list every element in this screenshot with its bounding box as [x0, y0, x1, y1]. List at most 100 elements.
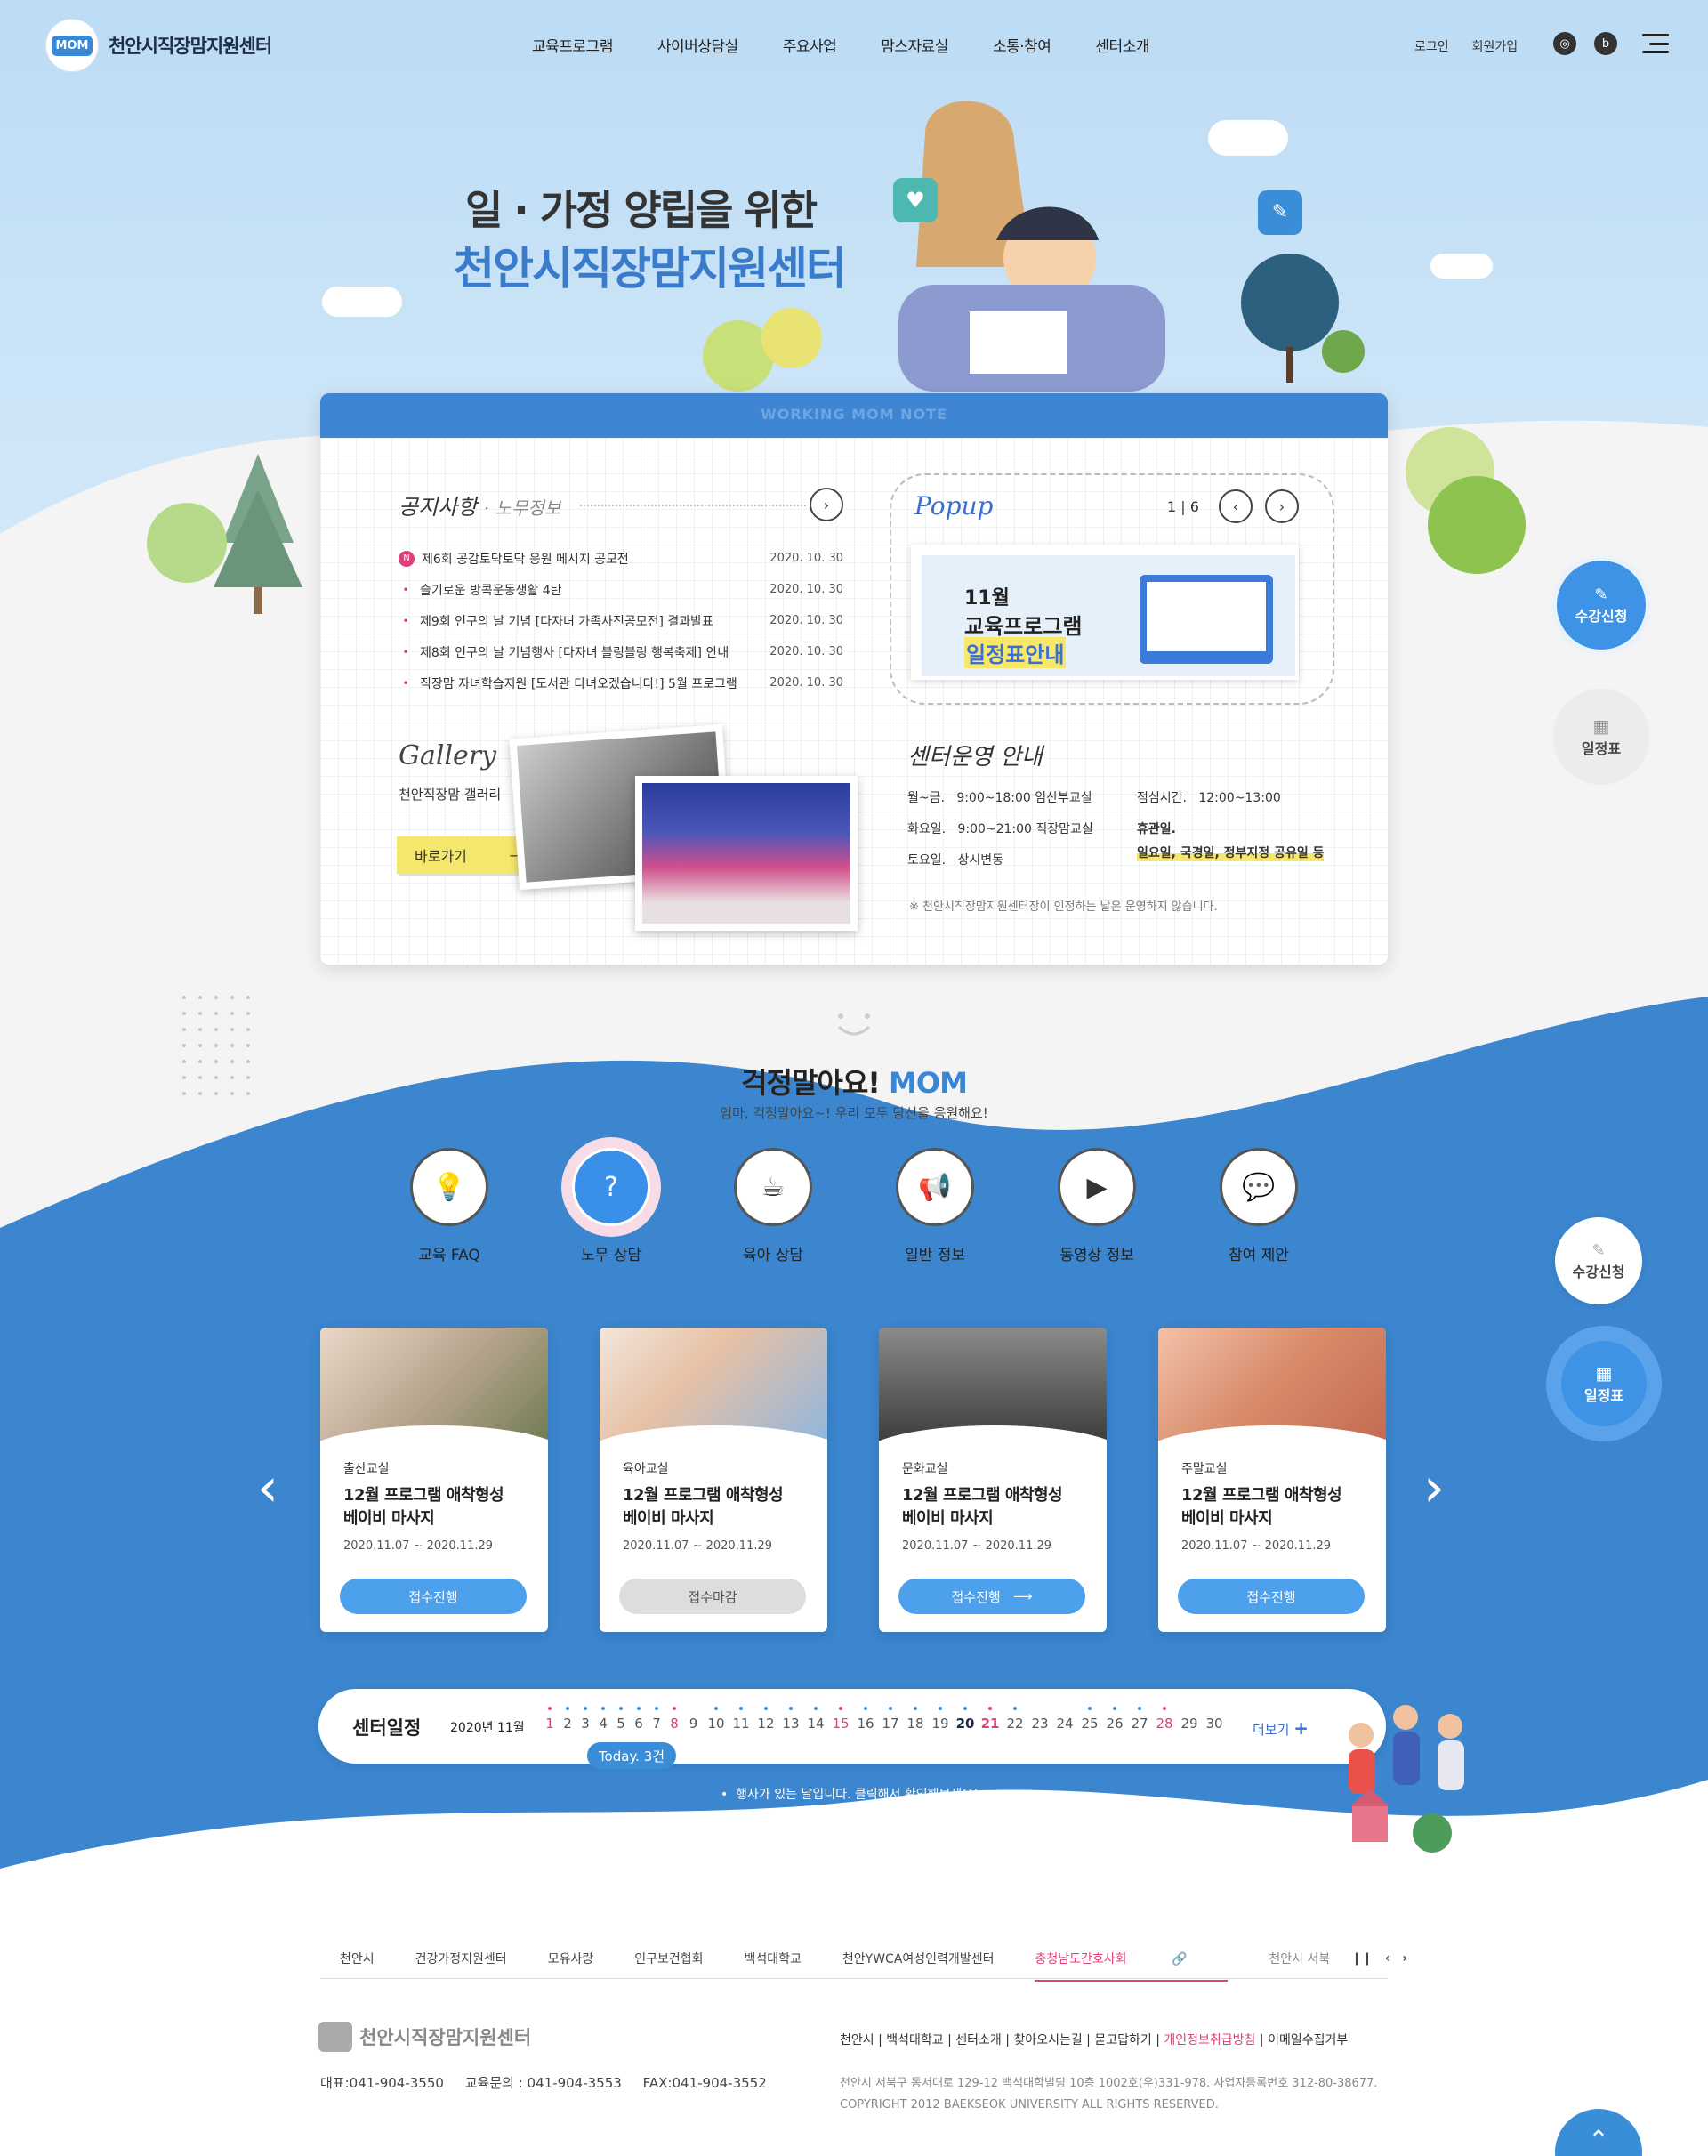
footer-link[interactable]: 백석대학교	[886, 2033, 943, 2047]
list-item[interactable]: N 제6회 공감토닥토닥 응원 메시지 공모전 2020. 10. 30	[399, 543, 843, 574]
calendar-day[interactable]: 2	[559, 1707, 576, 1732]
chevron-left-icon[interactable]: ‹	[1385, 1951, 1390, 1966]
service-childcare-counsel[interactable]: ☕ 육아 상담	[724, 1148, 822, 1264]
footer-link[interactable]: 천안시	[840, 2033, 874, 2047]
calendar-day[interactable]: 28	[1152, 1707, 1177, 1732]
family-site-link[interactable]: 건강가정지원센터	[415, 1950, 507, 1967]
list-item[interactable]: • 슬기로운 방콕운동생활 4탄 2020. 10. 30	[399, 574, 843, 605]
side-apply-button-secondary[interactable]: ✎ 수강신청	[1555, 1217, 1642, 1304]
family-site-link[interactable]: 천안시	[340, 1950, 375, 1967]
calendar-day[interactable]: 23	[1027, 1716, 1052, 1732]
calendar-day[interactable]: 29	[1177, 1716, 1202, 1732]
calendar-day[interactable]: 26	[1102, 1707, 1127, 1732]
calendar-day[interactable]: 25	[1077, 1707, 1102, 1732]
list-item[interactable]: • 제8회 인구의 날 기념행사 [다자녀 블링블링 행복축제] 안내 2020. …	[399, 636, 843, 667]
notice-more-button[interactable]: ›	[810, 488, 843, 521]
family-site-link[interactable]: 인구보건협회	[634, 1950, 703, 1967]
side-schedule-button-active[interactable]: ▦ 일정표	[1546, 1326, 1662, 1441]
calendar-day[interactable]: 18	[903, 1707, 928, 1732]
family-site-link[interactable]: 천안시 서북	[1269, 1950, 1330, 1967]
gallery-photo[interactable]	[635, 776, 858, 931]
calendar-day[interactable]: 17	[878, 1707, 903, 1732]
calendar-day[interactable]: 19	[928, 1707, 953, 1732]
closed-button[interactable]: 접수마감	[619, 1579, 806, 1614]
family-site-link[interactable]: 백석대학교	[745, 1950, 802, 1967]
calendar-day[interactable]: 1	[541, 1707, 559, 1732]
list-item[interactable]: • 직장맘 자녀학습지원 [도서관 다녀오겠습니다!] 5월 프로그램 2020. …	[399, 667, 843, 698]
footer-link[interactable]: 이메일수집거부	[1268, 2033, 1348, 2047]
nav-about[interactable]: 센터소개	[1095, 34, 1149, 56]
calendar-day[interactable]: 16	[853, 1707, 878, 1732]
calendar-day[interactable]: 20	[953, 1707, 978, 1732]
scroll-top-button[interactable]: ⌃	[1555, 2109, 1642, 2156]
today-badge[interactable]: Today. 3건	[587, 1742, 676, 1769]
nav-education[interactable]: 교육프로그램	[532, 34, 613, 56]
service-education-faq[interactable]: 💡 교육 FAQ	[400, 1148, 498, 1264]
calendar-day[interactable]: 3	[576, 1707, 594, 1732]
footer-link[interactable]: 찾아오시는길	[1013, 2033, 1082, 2047]
site-logo[interactable]: MOM 천안시직장맘지원센터	[46, 20, 272, 71]
footer-link-privacy[interactable]: 개인정보취급방침	[1164, 2033, 1255, 2047]
operation-info-title: 센터운영 안내	[907, 744, 1043, 771]
service-video-info[interactable]: ▶ 동영상 정보	[1048, 1148, 1146, 1264]
family-site-link-active[interactable]: 충청남도간호사회 🔗	[1035, 1950, 1229, 1982]
service-suggestion[interactable]: 💬 참여 제안	[1210, 1148, 1308, 1264]
family-site-link[interactable]: 천안YWCA여성인력개발센터	[842, 1950, 995, 1967]
side-schedule-button[interactable]: ▦ 일정표	[1553, 689, 1649, 785]
program-card[interactable]: 출산교실 12월 프로그램 애착형성 베이비 마사지 2020.11.07 ~ 2…	[320, 1328, 548, 1632]
nav-cyber-counsel[interactable]: 사이버상담실	[657, 34, 738, 56]
apply-button[interactable]: 접수진행	[340, 1579, 527, 1614]
calendar-day[interactable]: 4	[594, 1707, 612, 1732]
calendar-day[interactable]: 21	[978, 1707, 1003, 1732]
calendar-day[interactable]: 15	[828, 1707, 853, 1732]
service-general-info[interactable]: 📢 일반 정보	[886, 1148, 984, 1264]
program-card[interactable]: 문화교실 12월 프로그램 애착형성 베이비 마사지 2020.11.07 ~ 2…	[879, 1328, 1107, 1632]
cloud	[322, 287, 402, 317]
apply-button[interactable]: 접수진행	[1178, 1579, 1365, 1614]
popup-prev-button[interactable]: ‹	[1219, 489, 1253, 523]
program-card[interactable]: 육아교실 12월 프로그램 애착형성 베이비 마사지 2020.11.07 ~ 2…	[600, 1328, 827, 1632]
megaphone-icon: 📢	[896, 1148, 974, 1226]
chevron-right-icon[interactable]: ›	[1402, 1951, 1407, 1966]
calendar-day[interactable]: 7	[648, 1707, 665, 1732]
event-dot	[1138, 1707, 1141, 1710]
apply-button[interactable]: 접수진행 ⟶	[898, 1579, 1085, 1614]
calendar-day[interactable]: 14	[803, 1707, 828, 1732]
calendar-day[interactable]: 30	[1202, 1716, 1227, 1732]
blog-icon[interactable]: b	[1594, 32, 1617, 55]
family-site-link[interactable]: 모유사랑	[548, 1950, 594, 1967]
footer-link[interactable]: 묻고답하기	[1094, 2033, 1151, 2047]
popup-banner[interactable]: 11월 교육프로그램 일정표안내	[911, 545, 1299, 680]
calendar-day[interactable]: 24	[1052, 1716, 1077, 1732]
program-prev-arrow[interactable]: ‹	[250, 1461, 286, 1514]
calendar-day[interactable]: 9	[683, 1716, 704, 1732]
event-dot	[1163, 1707, 1166, 1710]
calendar-day[interactable]: 22	[1003, 1707, 1027, 1732]
calendar-day[interactable]: 13	[778, 1707, 803, 1732]
list-item[interactable]: • 제9회 인구의 날 기념 [다자녀 가족사진공모전] 결과발표 2020. 10…	[399, 605, 843, 636]
calendar-day[interactable]: 10	[704, 1707, 729, 1732]
login-link[interactable]: 로그인	[1414, 37, 1449, 55]
join-link[interactable]: 회원가입	[1472, 37, 1519, 55]
nav-resources[interactable]: 맘스자료실	[881, 34, 948, 56]
calendar-day[interactable]: 8	[665, 1707, 683, 1732]
pause-icon[interactable]: ❙❙	[1351, 1951, 1372, 1966]
footer-link[interactable]: 센터소개	[955, 2033, 1002, 2047]
popup-next-button[interactable]: ›	[1265, 489, 1299, 523]
hamburger-menu-icon[interactable]	[1642, 34, 1669, 53]
service-labor-counsel[interactable]: ? 노무 상담	[562, 1148, 660, 1264]
side-apply-button[interactable]: ✎ 수강신청	[1551, 555, 1651, 655]
instagram-icon[interactable]: ◎	[1553, 32, 1576, 55]
footer-logo-mark	[318, 2022, 352, 2052]
calendar-day[interactable]: 27	[1127, 1707, 1152, 1732]
calendar-more-button[interactable]: 더보기 +	[1253, 1717, 1309, 1739]
nav-community[interactable]: 소통·참여	[993, 34, 1051, 56]
notice-list: N 제6회 공감토닥토닥 응원 메시지 공모전 2020. 10. 30 • 슬기로운…	[399, 543, 843, 698]
program-next-arrow[interactable]: ›	[1416, 1461, 1452, 1514]
calendar-day[interactable]: 6	[630, 1707, 648, 1732]
nav-main-business[interactable]: 주요사업	[783, 34, 837, 56]
calendar-day[interactable]: 5	[612, 1707, 630, 1732]
program-card[interactable]: 주말교실 12월 프로그램 애착형성 베이비 마사지 2020.11.07 ~ 2…	[1158, 1328, 1386, 1632]
calendar-day[interactable]: 11	[729, 1707, 753, 1732]
calendar-day[interactable]: 12	[753, 1707, 778, 1732]
